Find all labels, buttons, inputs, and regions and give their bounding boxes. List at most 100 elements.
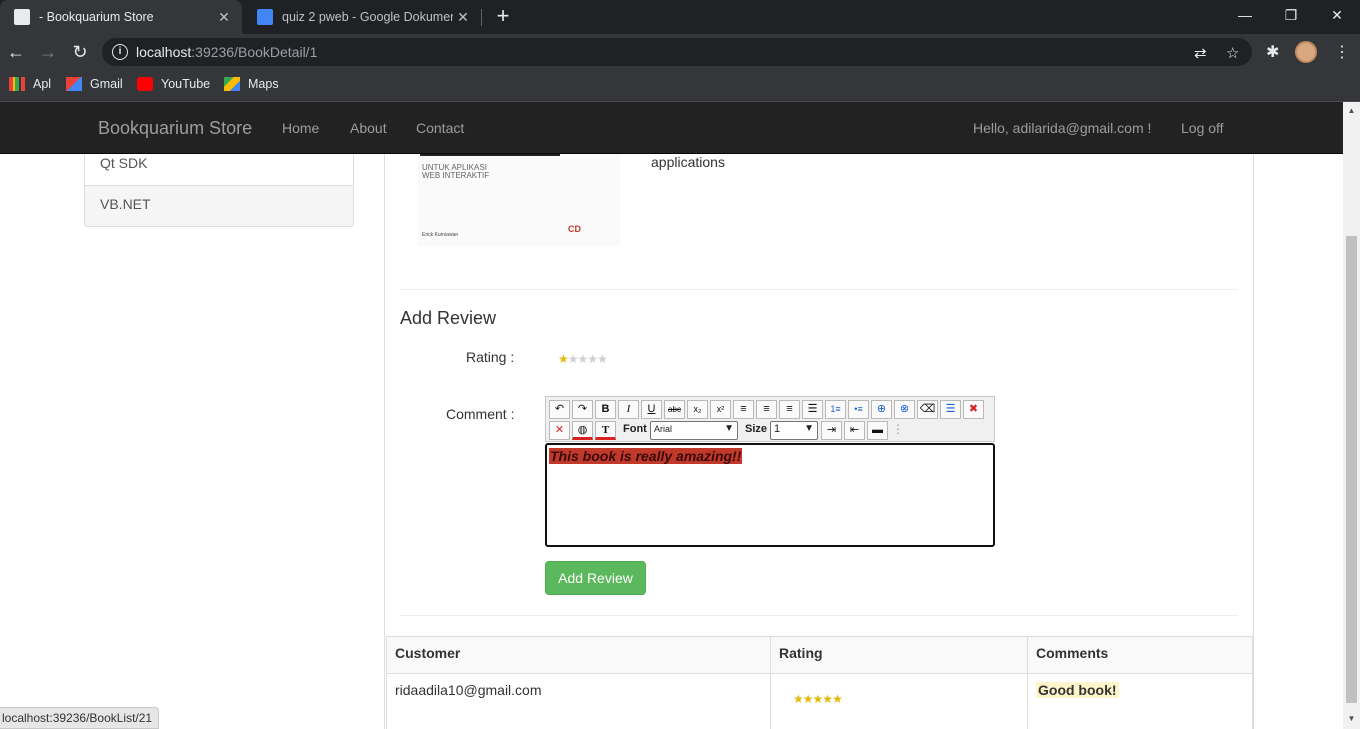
scroll-up-icon[interactable]: ▲ [1343,106,1360,115]
table-header-row: Customer Rating Comments [386,636,1253,674]
justify-icon[interactable]: ☰ [802,400,823,419]
browser-tab-strip: - Bookquarium Store ✕ quiz 2 pweb - Goog… [0,0,1360,34]
add-review-heading: Add Review [400,308,497,328]
size-label: Size [745,423,768,435]
info-icon[interactable]: i [112,44,128,60]
bookmark-maps[interactable]: Maps [224,77,279,91]
nav-contact[interactable]: Contact [416,120,464,136]
new-tab-button[interactable]: + [492,5,514,27]
italic-icon[interactable]: I [618,400,639,419]
reload-button[interactable]: ↻ [68,40,92,64]
star-empty-icon[interactable]: ★ [597,352,608,366]
user-greeting[interactable]: Hello, adilarida@gmail.com ! [973,120,1151,136]
size-select-value: 1 [774,423,781,435]
forward-button[interactable]: → [36,40,60,64]
redo-icon[interactable]: ↷ [572,400,593,419]
star-filled-icon: ★ [832,692,843,706]
page-viewport: Bookquarium Store Home About Contact Hel… [0,102,1343,729]
url-text: localhost:39236/BookDetail/1 [136,44,318,60]
sidebar-item-vbnet[interactable]: VB.NET [84,186,354,227]
menu-icon[interactable]: ⋮ [1334,42,1350,62]
gmail-icon [66,77,82,91]
apps-grid-icon [9,77,25,91]
nav-about[interactable]: About [350,120,387,136]
book-detail-panel: UNTUK APLIKASI WEB INTERAKTIF Erick Kurn… [384,102,1254,729]
tab-google-docs[interactable]: quiz 2 pweb - Google Dokumen ✕ [243,0,481,34]
html-view-icon[interactable]: ☰ [940,400,961,419]
superscript-icon[interactable]: x² [710,400,731,419]
bookmark-gmail[interactable]: Gmail [66,77,123,91]
profile-avatar[interactable] [1295,41,1317,63]
clear-format-icon[interactable]: ✖ [963,400,984,419]
column-header-comments: Comments [1027,636,1253,674]
translate-icon[interactable]: ⇄ [1194,44,1207,62]
indent-icon[interactable]: ⇥ [821,421,842,440]
align-right-icon[interactable]: ≡ [779,400,800,419]
minimize-button[interactable]: — [1222,0,1268,30]
font-select[interactable]: Arial ▼ [650,421,738,440]
star-empty-icon[interactable]: ★ [587,352,598,366]
window-close-button[interactable]: ✕ [1314,0,1360,30]
tab-title: quiz 2 pweb - Google Dokumen [282,10,453,24]
star-filled-icon: ★ [812,692,824,706]
comment-editor[interactable]: This book is really amazing!! [545,443,995,547]
cover-author: Erick Kurniawan [422,232,459,238]
bookmark-youtube[interactable]: YouTube [137,77,210,91]
brand-link[interactable]: Bookquarium Store [98,118,252,139]
star-filled-icon[interactable]: ★ [558,352,569,366]
tab-bookquarium[interactable]: - Bookquarium Store ✕ [0,0,242,34]
close-icon[interactable]: ✕ [453,9,473,26]
outdent-icon[interactable]: ⇤ [844,421,865,440]
add-review-button[interactable]: Add Review [545,561,646,595]
undo-icon[interactable]: ↶ [549,400,570,419]
font-select-value: Arial [654,424,673,434]
tab-title: - Bookquarium Store [39,10,154,24]
back-button[interactable]: ← [4,40,28,64]
bookmark-apps[interactable]: Apl [9,77,51,91]
bookmark-label: Gmail [90,77,123,91]
comment-cell: Good book! [1027,673,1253,729]
comment-label: Comment : [446,406,515,422]
bookmark-star-icon[interactable]: ☆ [1226,44,1239,62]
star-empty-icon[interactable]: ★ [578,352,589,366]
delete-icon[interactable]: ✕ [549,421,570,440]
rating-cell: ★★★★★ [770,673,1028,729]
insert-link-icon[interactable]: ⊕ [871,400,892,419]
rich-text-toolbar: ↶ ↷ B I U abc x₂ x² ≡ ≡ ≡ ☰ 1≡ •≡ ⊕ ⊗ ⌫ … [545,396,995,442]
maximize-button[interactable]: ❐ [1268,0,1314,30]
horizontal-rule-icon[interactable]: ▬ [867,421,888,440]
maps-icon [224,77,240,91]
ordered-list-icon[interactable]: 1≡ [825,400,846,419]
customer-cell: ridaadila10@gmail.com [386,673,771,729]
size-select[interactable]: 1 ▼ [770,421,818,440]
star-filled-icon: ★ [793,692,804,706]
logoff-link[interactable]: Log off [1181,120,1224,136]
align-center-icon[interactable]: ≡ [756,400,777,419]
extensions-icon[interactable]: ✱ [1266,42,1279,62]
remove-link-icon[interactable]: ⊗ [894,400,915,419]
scroll-down-icon[interactable]: ▼ [1343,714,1360,723]
star-filled-icon: ★ [822,692,833,706]
star-empty-icon[interactable]: ★ [568,352,579,366]
font-label: Font [623,423,647,435]
comment-value: Good book! [1036,682,1119,698]
star-filled-icon: ★ [802,692,814,706]
close-icon[interactable]: ✕ [214,9,234,26]
browser-toolbar: ← → ↻ i localhost:39236/BookDetail/1 ⇄ ☆… [0,34,1360,70]
scrollbar-thumb[interactable] [1346,236,1357,703]
subscript-icon[interactable]: x₂ [687,400,708,419]
highlight-color-icon[interactable]: ◍ [572,421,593,440]
docs-icon [257,9,273,25]
bold-icon[interactable]: B [595,400,616,419]
eraser-icon[interactable]: ⌫ [917,400,938,419]
align-left-icon[interactable]: ≡ [733,400,754,419]
rating-star-input[interactable]: ★★★★★ [558,352,608,366]
unordered-list-icon[interactable]: •≡ [848,400,869,419]
bookmark-label: YouTube [161,77,211,91]
strikethrough-icon[interactable]: abc [664,400,685,419]
address-bar[interactable]: i localhost:39236/BookDetail/1 ⇄ ☆ [102,38,1252,66]
page-scrollbar[interactable]: ▲ ▼ [1343,102,1360,729]
underline-icon[interactable]: U [641,400,662,419]
font-color-icon[interactable]: T [595,421,616,440]
nav-home[interactable]: Home [282,120,319,136]
